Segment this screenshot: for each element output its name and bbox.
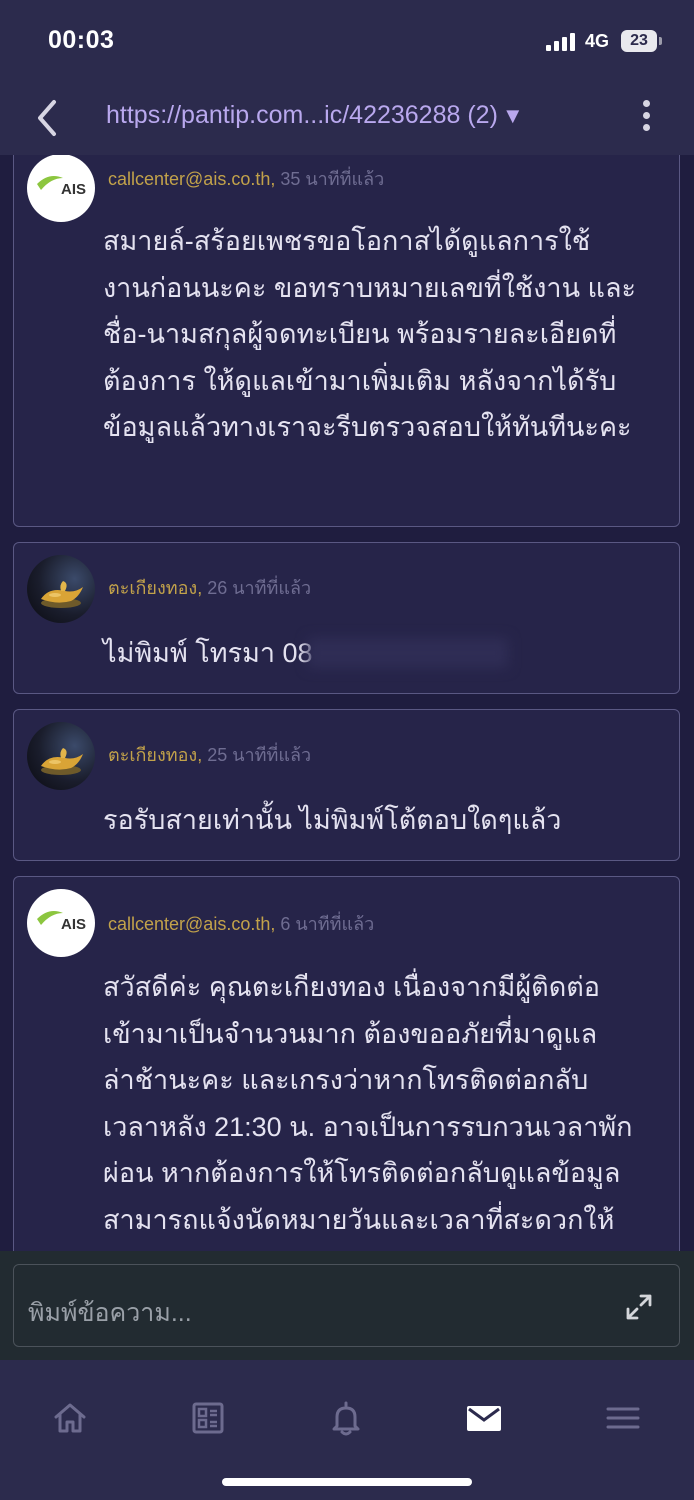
message-line: เวลาหลัง 21:30 น. อาจเป็นการรบกวนเวลาพัก: [103, 1111, 633, 1142]
home-indicator[interactable]: [222, 1478, 472, 1486]
nav-menu[interactable]: [603, 1398, 643, 1438]
composer-bar: พิมพ์ข้อความ...: [0, 1251, 694, 1360]
magic-lamp-avatar[interactable]: [27, 722, 95, 790]
top-bar: 00:03 4G 23 https://pantip.com...ic/4223…: [0, 0, 694, 155]
message-time: 25 นาทีที่แล้ว: [207, 745, 312, 765]
magic-lamp-avatar[interactable]: [27, 555, 95, 623]
page-url-dropdown[interactable]: https://pantip.com...ic/42236288 (2) ▼: [106, 101, 524, 130]
message-body: สวัสดีค่ะ คุณตะเกียงทอง เนื่องจากมีผู้ติ…: [103, 964, 673, 1243]
message-line: สวัสดีค่ะ คุณตะเกียงทอง เนื่องจากมีผู้ติ…: [103, 972, 600, 1002]
message-line: ผ่อน หากต้องการให้โทรติดต่อกลับดูแลข้อมู…: [103, 1158, 621, 1188]
message-line: สมายล์-สร้อยเพชรขอโอกาสได้ดูแลการใช้: [103, 226, 591, 256]
home-icon: [54, 1403, 86, 1433]
message-time: 26 นาทีที่แล้ว: [207, 578, 312, 598]
redaction-blur: [308, 638, 508, 668]
nav-messages[interactable]: [464, 1398, 504, 1438]
ais-logo-text: AIS: [61, 916, 87, 933]
magic-lamp-icon: [41, 581, 83, 608]
message-author[interactable]: ตะเกียงทอง,: [108, 578, 202, 598]
dropdown-caret-icon: ▼: [501, 103, 524, 128]
battery-tip: [659, 37, 662, 45]
feed-icon: [192, 1402, 224, 1434]
message-time: 6 นาทีที่แล้ว: [280, 914, 375, 934]
message-line: ชื่อ-นามสกุลผู้จดทะเบียน พร้อมรายละเอียด…: [103, 319, 617, 349]
message-time: 35 นาทีที่แล้ว: [280, 169, 385, 189]
message-body: สมายล์-สร้อยเพชรขอโอกาสได้ดูแลการใช้ งาน…: [103, 218, 673, 451]
message-body: รอรับสายเท่านั้น ไม่พิมพ์โต้ตอบใดๆแล้ว: [103, 797, 673, 844]
chat-message: ตะเกียงทอง, 25 นาทีที่แล้ว รอรับสายเท่าน…: [13, 709, 680, 861]
message-meta: callcenter@ais.co.th, 6 นาทีที่แล้ว: [108, 909, 374, 938]
message-meta: ตะเกียงทอง, 25 นาทีที่แล้ว: [108, 740, 311, 769]
message-line: สามารถแจ้งนัดหมายวันและเวลาที่สะดวกให้: [103, 1204, 615, 1235]
nav-home[interactable]: [50, 1398, 90, 1438]
chat-message: AIS callcenter@ais.co.th, 6 นาทีที่แล้ว …: [13, 876, 680, 1251]
message-line: งานก่อนนะคะ ขอทราบหมายเลขที่ใช้งาน และ: [103, 272, 636, 303]
message-input[interactable]: พิมพ์ข้อความ...: [13, 1264, 680, 1347]
status-time: 00:03: [48, 26, 115, 54]
mail-icon: [467, 1406, 501, 1431]
message-author[interactable]: callcenter@ais.co.th,: [108, 169, 275, 189]
nav-notifications[interactable]: [326, 1398, 366, 1438]
message-line: ต้องการ ให้ดูแลเข้ามาเพิ่มเติม หลังจากได…: [103, 365, 617, 396]
message-author[interactable]: callcenter@ais.co.th,: [108, 914, 275, 934]
signal-icon: [546, 33, 578, 51]
network-type: 4G: [585, 31, 610, 51]
chat-thread: AIS callcenter@ais.co.th, 35 นาทีที่แล้ว…: [0, 155, 694, 1251]
message-input-placeholder: พิมพ์ข้อความ...: [28, 1299, 192, 1327]
chat-message: AIS callcenter@ais.co.th, 35 นาทีที่แล้ว…: [13, 155, 680, 527]
ais-logo-text: AIS: [61, 181, 87, 198]
page-url: https://pantip.com...ic/42236288 (2): [106, 101, 498, 129]
message-meta: ตะเกียงทอง, 26 นาทีที่แล้ว: [108, 573, 311, 602]
more-options-button[interactable]: [636, 100, 656, 136]
expand-button[interactable]: [624, 1292, 654, 1322]
back-button[interactable]: [30, 96, 64, 140]
message-line: รอรับสายเท่านั้น ไม่พิมพ์โต้ตอบใดๆแล้ว: [103, 805, 562, 835]
message-line: ข้อมูลแล้วทางเราจะรีบตรวจสอบให้ทันทีนะคะ: [103, 412, 632, 442]
ais-avatar[interactable]: AIS: [27, 889, 95, 957]
message-line: ล่าช้านะคะ และเกรงว่าหากโทรติดต่อกลับ: [103, 1065, 589, 1095]
ais-avatar[interactable]: AIS: [27, 155, 95, 222]
menu-icon: [606, 1407, 640, 1429]
status-bar: 00:03 4G 23: [0, 0, 694, 84]
chat-message: ตะเกียงทอง, 26 นาทีที่แล้ว ไม่พิมพ์ โทรม…: [13, 542, 680, 694]
message-body: ไม่พิมพ์ โทรมา 08: [103, 630, 673, 677]
message-line: เข้ามาเป็นจำนวนมาก ต้องขออภัยที่มาดูแล: [103, 1018, 598, 1049]
magic-lamp-icon: [41, 748, 83, 775]
message-author[interactable]: ตะเกียงทอง,: [108, 745, 202, 765]
bell-icon: [332, 1401, 360, 1436]
battery-icon: 23: [621, 30, 657, 52]
nav-feed[interactable]: [188, 1398, 228, 1438]
expand-icon: [626, 1294, 652, 1320]
message-meta: callcenter@ais.co.th, 35 นาทีที่แล้ว: [108, 164, 384, 193]
chevron-left-icon: [38, 100, 56, 136]
